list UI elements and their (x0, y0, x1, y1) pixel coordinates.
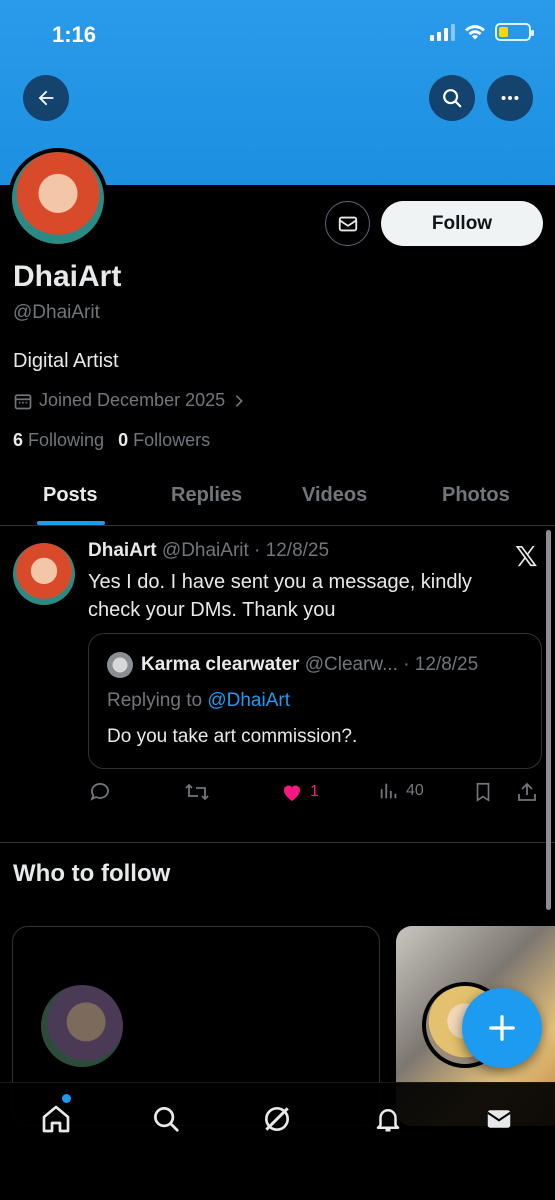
profile-display-name: DhaiArt (13, 260, 122, 293)
search-button[interactable] (429, 75, 475, 121)
more-button[interactable] (487, 75, 533, 121)
reply-icon (90, 783, 109, 801)
envelope-icon (487, 1110, 511, 1128)
tab-replies[interactable]: Replies (171, 484, 242, 507)
replying-prefix: Replying to (107, 690, 203, 711)
nav-grok[interactable] (259, 1101, 295, 1137)
following-count: 6 (13, 430, 24, 450)
section-divider (0, 842, 555, 843)
plus-icon (489, 1015, 515, 1041)
joined-text: Joined December 2025 (39, 390, 226, 410)
chevron-right-icon (235, 394, 243, 407)
tab-videos[interactable]: Videos (302, 484, 367, 507)
views-count: 40 (406, 782, 424, 799)
profile-handle: @DhaiArit (13, 302, 100, 323)
quoted-author-avatar (107, 652, 133, 678)
nav-notifications[interactable] (370, 1101, 406, 1137)
bell-icon (376, 1109, 400, 1132)
tab-photos[interactable]: Photos (442, 484, 510, 507)
scrollbar[interactable] (546, 530, 551, 910)
nav-explore[interactable] (148, 1101, 184, 1137)
quoted-author-name: Karma clearwater (141, 654, 300, 675)
share-icon (518, 782, 536, 801)
post-actions: 1 40 (88, 780, 542, 808)
cellular-signal-icon (430, 23, 455, 41)
grok-icon (265, 1107, 289, 1131)
post-header: DhaiArt @DhaiArit · 12/8/25 (88, 540, 329, 562)
profile-tabs: Posts Replies Videos Photos (0, 470, 555, 526)
post-author-meta: @DhaiArit · 12/8/25 (161, 540, 330, 561)
home-notification-dot (62, 1094, 71, 1103)
home-icon (42, 1105, 70, 1133)
profile-bio: Digital Artist (13, 350, 119, 372)
reply-button[interactable] (88, 780, 112, 804)
post-author-avatar[interactable] (13, 543, 75, 605)
nav-messages[interactable] (481, 1101, 517, 1137)
quoted-post[interactable]: Karma clearwater @Clearw... · 12/8/25 Re… (88, 633, 542, 769)
follow-stats: 6 Following 0 Followers (13, 430, 210, 451)
like-button[interactable]: 1 (280, 780, 319, 804)
nav-home[interactable] (38, 1101, 74, 1137)
share-button[interactable] (515, 780, 539, 804)
battery-icon (495, 23, 534, 41)
compose-post-button[interactable] (462, 988, 542, 1068)
quoted-text: Do you take art commission?. (107, 726, 358, 747)
post-author-name[interactable]: DhaiArt (88, 540, 157, 561)
wifi-icon (465, 25, 485, 40)
repost-button[interactable] (184, 780, 210, 804)
envelope-icon (338, 216, 357, 231)
calendar-icon (14, 393, 32, 409)
active-tab-indicator (37, 521, 105, 525)
more-icon (501, 95, 519, 101)
views-button[interactable]: 40 (378, 780, 424, 802)
profile-avatar[interactable] (8, 148, 108, 248)
followers-link[interactable]: 0 Followers (118, 430, 210, 451)
bottom-navigation (0, 1082, 555, 1200)
follow-button[interactable]: Follow (381, 201, 543, 246)
tab-posts[interactable]: Posts (43, 484, 97, 507)
followers-label: Followers (133, 430, 211, 450)
bookmark-button[interactable] (472, 780, 494, 804)
followers-count: 0 (118, 430, 129, 450)
profile-joined[interactable]: Joined December 2025 (13, 390, 247, 411)
suggestion-avatar[interactable] (41, 985, 123, 1067)
like-count: 1 (310, 783, 319, 800)
following-label: Following (28, 430, 105, 450)
replying-to-link[interactable]: @DhaiArt (207, 690, 290, 711)
search-icon (154, 1107, 179, 1132)
status-time: 1:16 (52, 22, 97, 47)
bookmark-icon (476, 782, 490, 802)
status-bar: 1:16 (0, 0, 555, 70)
message-button[interactable] (325, 201, 370, 246)
heart-filled-icon (284, 785, 300, 801)
repost-icon (185, 783, 209, 801)
back-button[interactable] (23, 75, 69, 121)
analytics-bars-icon (380, 783, 397, 799)
following-link[interactable]: 6 Following (13, 430, 104, 451)
post-text: Yes I do. I have sent you a message, kin… (88, 571, 472, 621)
arrow-left-icon (38, 90, 54, 106)
quoted-replying-to: Replying to @DhaiArt (107, 690, 290, 712)
quoted-author-meta: @Clearw... · 12/8/25 (304, 654, 479, 675)
who-to-follow-title: Who to follow (13, 860, 171, 887)
search-icon (443, 89, 462, 108)
